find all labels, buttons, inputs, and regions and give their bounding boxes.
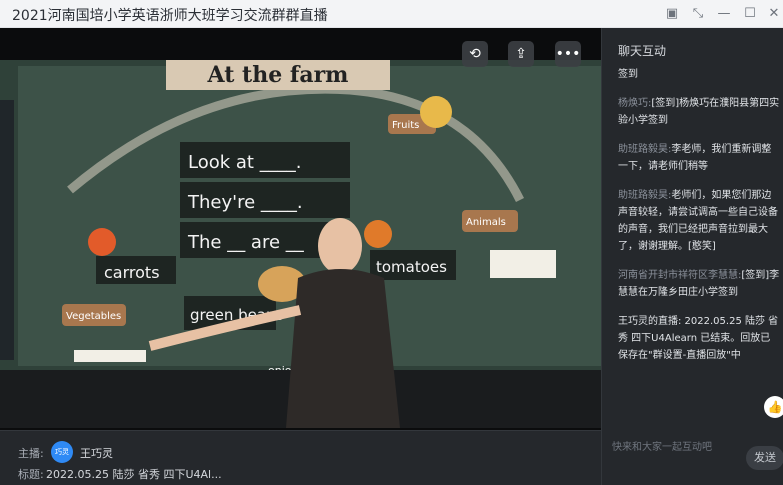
more-icon[interactable]: •••	[555, 41, 581, 67]
host-label: 主播:	[18, 447, 44, 460]
stream-info: 主播: 巧灵 王巧灵 标题: 2022.05.25 陆莎 省秀 四下U4Al..…	[0, 430, 601, 485]
maximize-icon[interactable]: ☐	[740, 4, 760, 24]
collapse-icon[interactable]: ⤡	[688, 4, 708, 24]
avatar[interactable]: 巧灵	[51, 441, 73, 463]
close-icon[interactable]: ✕	[764, 4, 783, 24]
chat-messages[interactable]: 签到 杨焕巧:[签到]杨焕巧在濮阳县第四实验小学签到 助班路毅昊:李老师，我们重…	[618, 66, 780, 376]
title-label: 标题:	[18, 468, 44, 481]
live-video[interactable]: At the farm Look at ____. They're ____. …	[0, 28, 601, 430]
chat-input[interactable]: 快来和大家一起互动吧	[612, 438, 712, 453]
like-icon[interactable]: 👍	[764, 396, 783, 418]
sign-animals: Animals	[466, 217, 506, 228]
stream-title: 2022.05.25 陆莎 省秀 四下U4Al...	[46, 468, 222, 481]
screenshot-icon[interactable]: ▣	[662, 4, 682, 24]
minimize-icon[interactable]: —	[714, 4, 734, 24]
title-bar: 2021河南国培小学英语浙师大班学习交流群群直播 ▣ ⤡ — ☐ ✕	[0, 0, 783, 28]
chat-message: 王巧灵的直播: 2022.05.25 陆莎 省秀 四下U4Alearn 已结束。…	[618, 316, 779, 361]
chat-panel: 聊天互动 签到 杨焕巧:[签到]杨焕巧在濮阳县第四实验小学签到 助班路毅昊:李老…	[601, 28, 783, 485]
chat-message: 签到	[618, 69, 638, 80]
board-word-tomatoes: tomatoes	[376, 258, 447, 276]
rotate-icon[interactable]: ⟲	[462, 41, 488, 67]
board-word-carrots: carrots	[104, 263, 160, 282]
board-sentence-2: They're ____.	[187, 192, 303, 213]
board-sentence-3: The __ are __	[187, 232, 305, 253]
sign-fruits: Fruits	[392, 120, 419, 131]
chat-message: 河南省开封市祥符区李慧慧:[签到]李慧慧在万隆乡田庄小学签到	[618, 270, 780, 298]
share-icon[interactable]: ⇪	[508, 41, 534, 67]
window-title: 2021河南国培小学英语浙师大班学习交流群群直播	[12, 8, 328, 24]
host-name[interactable]: 王巧灵	[80, 445, 113, 461]
chat-message: 杨焕巧:[签到]杨焕巧在濮阳县第四实验小学签到	[618, 98, 780, 126]
chat-message: 助班路毅昊:李老师，我们重新调整一下，请老师们稍等	[618, 144, 772, 172]
board-sentence-1: Look at ____.	[188, 152, 301, 173]
blackboard-picture: At the farm Look at ____. They're ____. …	[0, 60, 601, 428]
classroom-scene: At the farm Look at ____. They're ____. …	[0, 60, 601, 428]
board-title: At the farm	[207, 62, 349, 88]
chat-header: 聊天互动	[618, 44, 667, 58]
chat-message: 助班路毅昊:老师们，如果您们那边声音较轻，请尝试调高一些自己设备的声音，我们已经…	[618, 190, 778, 252]
send-button[interactable]: 发送	[746, 446, 783, 470]
sign-vegetables: Vegetables	[66, 311, 121, 322]
